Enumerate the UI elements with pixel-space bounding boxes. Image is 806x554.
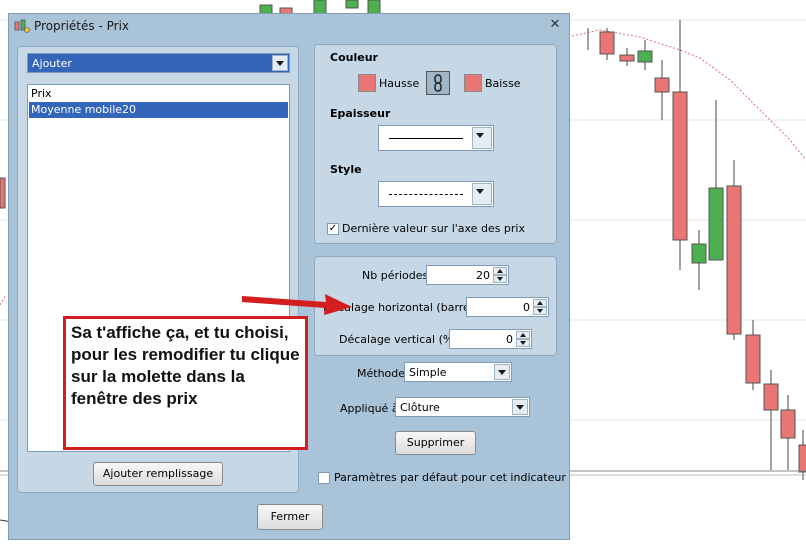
last-value-label: Dernière valeur sur l'axe des prix	[342, 222, 525, 235]
increment-icon[interactable]	[516, 331, 530, 339]
baisse-label: Baisse	[485, 77, 521, 90]
properties-dialog: Propriétés - Prix ✕ Ajouter Prix Moyenne…	[8, 13, 570, 540]
chevron-down-icon[interactable]	[494, 364, 510, 380]
chevron-down-icon[interactable]	[472, 183, 492, 205]
add-indicator-combo-value: Ajouter	[32, 57, 72, 70]
thickness-preview	[389, 138, 463, 139]
vertical-shift-value: 0	[506, 333, 513, 346]
couleur-label: Couleur	[330, 51, 378, 64]
chart-settings-icon	[14, 19, 30, 33]
applied-label: Appliqué à	[340, 402, 399, 415]
hausse-color-swatch[interactable]	[358, 74, 376, 92]
applied-to-value: Clôture	[400, 401, 440, 414]
close-button[interactable]: Fermer	[257, 504, 323, 530]
style-label: Style	[330, 163, 362, 176]
red-arrow-icon	[242, 294, 352, 315]
chevron-down-icon[interactable]	[512, 399, 528, 415]
horizontal-shift-spinner[interactable]: 0	[466, 297, 549, 317]
add-indicator-combo[interactable]: Ajouter	[27, 53, 290, 73]
list-item-moyenne-mobile[interactable]: Moyenne mobile20	[29, 102, 288, 118]
delete-button[interactable]: Supprimer	[395, 431, 476, 455]
dialog-title: Propriétés - Prix	[34, 19, 129, 33]
baisse-color-swatch[interactable]	[464, 74, 482, 92]
vertical-shift-label: Décalage vertical (%)	[339, 333, 458, 346]
chevron-down-icon[interactable]	[472, 127, 492, 149]
epaisseur-label: Epaisseur	[330, 107, 391, 120]
periods-spinner[interactable]: 20	[426, 265, 509, 285]
default-params-label: Paramètres par défaut pour cet indicateu…	[334, 471, 566, 484]
vertical-shift-spinner[interactable]: 0	[449, 329, 532, 349]
decrement-icon[interactable]	[516, 339, 530, 347]
link-colors-icon[interactable]	[426, 71, 450, 95]
periods-value: 20	[476, 269, 490, 282]
periods-label: Nb périodes	[362, 269, 429, 282]
increment-icon[interactable]	[493, 267, 507, 275]
thickness-combo[interactable]	[378, 125, 494, 151]
decrement-icon[interactable]	[493, 275, 507, 283]
chevron-down-icon[interactable]	[272, 55, 288, 71]
list-item-prix[interactable]: Prix	[29, 86, 288, 102]
line-style-combo[interactable]	[378, 181, 494, 207]
last-value-checkbox[interactable]: ✓	[327, 223, 339, 235]
hausse-label: Hausse	[379, 77, 420, 90]
line-style-preview	[389, 194, 463, 195]
method-value: Simple	[409, 366, 447, 379]
method-label: Méthode	[357, 367, 406, 380]
default-params-checkbox[interactable]	[318, 472, 330, 484]
applied-to-combo[interactable]: Clôture	[395, 397, 530, 417]
close-icon[interactable]: ✕	[547, 17, 563, 33]
title-bar: Propriétés - Prix ✕	[9, 14, 569, 38]
annotation-callout: Sa t'affiche ça, et tu choisi, pour les …	[63, 316, 308, 450]
add-fill-button[interactable]: Ajouter remplissage	[93, 462, 223, 486]
horizontal-shift-value: 0	[523, 301, 530, 314]
style-panel: Couleur Hausse Baisse Epaisseur Style ✓ …	[314, 44, 557, 244]
increment-icon[interactable]	[533, 299, 547, 307]
decrement-icon[interactable]	[533, 307, 547, 315]
method-combo[interactable]: Simple	[404, 362, 512, 382]
